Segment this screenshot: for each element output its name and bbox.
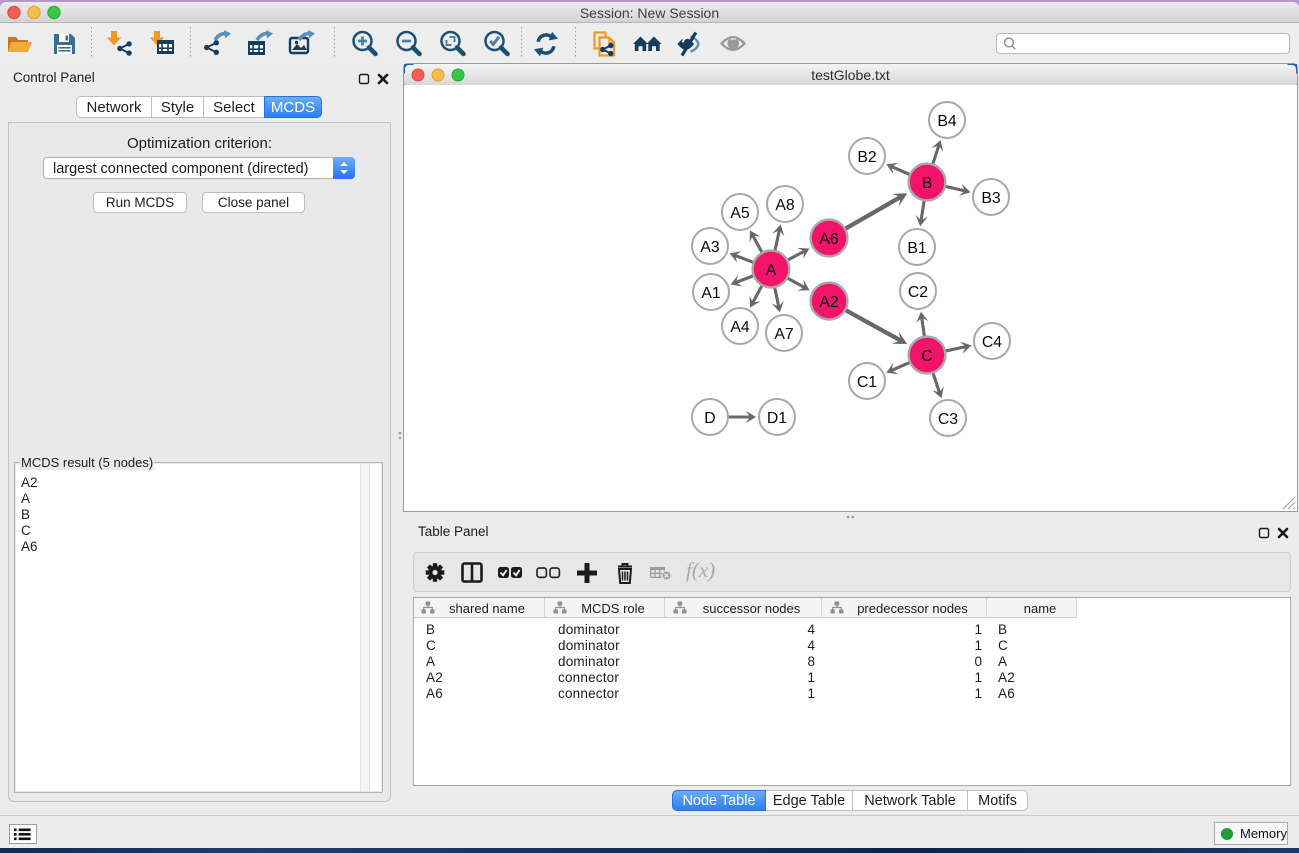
svg-text:A7: A7 <box>774 326 793 343</box>
svg-text:A4: A4 <box>730 319 750 336</box>
svg-text:C1: C1 <box>857 374 877 391</box>
svg-text:A6: A6 <box>819 231 839 248</box>
svg-text:B2: B2 <box>857 149 876 166</box>
svg-text:A5: A5 <box>730 205 750 222</box>
svg-text:B: B <box>922 175 933 192</box>
svg-text:C: C <box>921 348 932 365</box>
svg-text:A2: A2 <box>819 294 838 311</box>
svg-text:A8: A8 <box>775 197 795 214</box>
svg-text:C3: C3 <box>938 411 958 428</box>
svg-text:D: D <box>704 410 715 427</box>
svg-text:C4: C4 <box>982 334 1002 351</box>
svg-text:A1: A1 <box>701 285 721 302</box>
svg-text:B4: B4 <box>937 113 957 130</box>
svg-text:A: A <box>766 262 777 279</box>
svg-text:D1: D1 <box>767 410 787 427</box>
svg-text:A3: A3 <box>700 239 720 256</box>
svg-text:C2: C2 <box>908 284 928 301</box>
svg-text:B3: B3 <box>981 190 1001 207</box>
svg-text:B1: B1 <box>907 240 927 257</box>
